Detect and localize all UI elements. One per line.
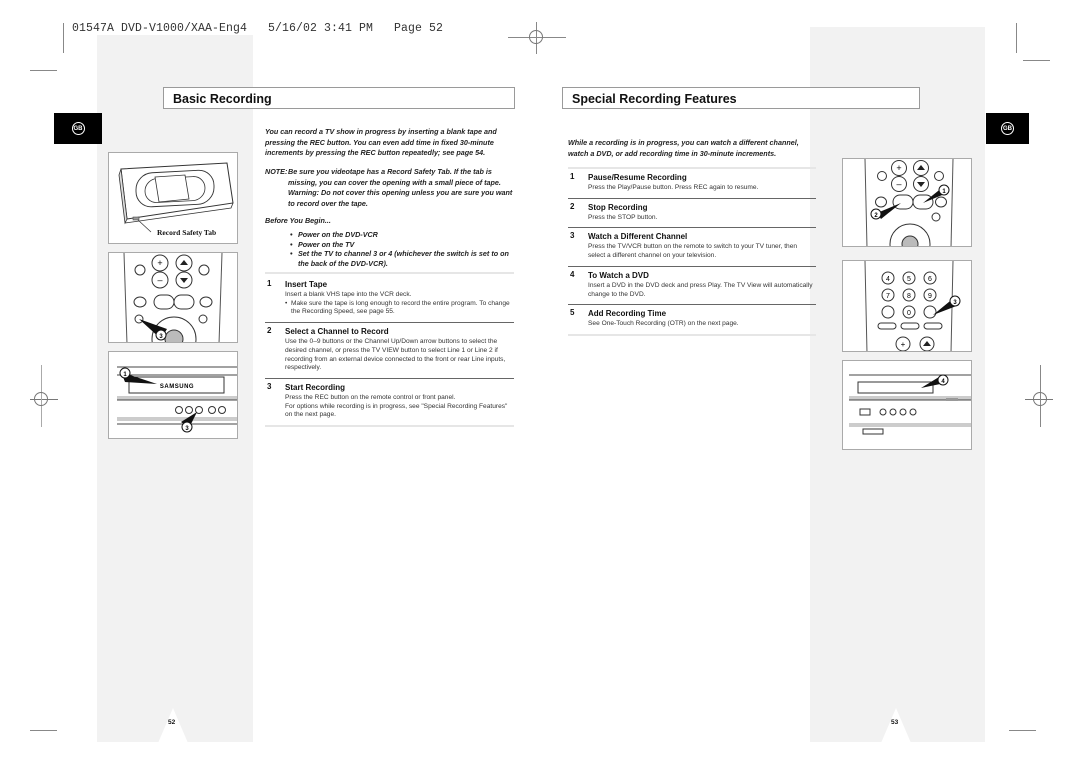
language-badge-left: GB (54, 113, 102, 144)
step-item: 1 Insert Tape Insert a blank VHS tape in… (265, 274, 514, 322)
crop-mark (30, 70, 57, 71)
step-title: Stop Recording (588, 202, 648, 212)
step-text: Insert a blank VHS tape into the VCR dec… (285, 291, 412, 298)
illustration-remote-tvvcr: 4 5 6 7 8 9 0 + 3 (842, 260, 972, 352)
note-label: NOTE: (265, 167, 288, 176)
step-number: 5 (570, 308, 575, 318)
step-item: 2 Select a Channel to Record Use the 0–9… (265, 323, 514, 378)
step-item: 3 Start Recording Press the REC button o… (265, 379, 514, 425)
divider (265, 425, 514, 428)
before-you-begin-list: Power on the DVD-VCR Power on the TV Set… (290, 230, 518, 268)
right-steps: 1 Pause/Resume Recording Press the Play/… (568, 167, 816, 336)
step-title: Pause/Resume Recording (588, 173, 687, 182)
step-title: Start Recording (285, 382, 346, 392)
svg-text:+: + (896, 163, 901, 173)
svg-text:–: – (896, 179, 901, 189)
list-item: Power on the DVD-VCR (290, 230, 518, 240)
step-bullet: Make sure the tape is long enough to rec… (285, 300, 514, 317)
note-block: NOTE: Be sure you videotape has a Record… (265, 167, 517, 209)
crop-mark (1023, 60, 1050, 61)
svg-text:4: 4 (886, 276, 890, 283)
left-steps: 1 Insert Tape Insert a blank VHS tape in… (265, 272, 514, 428)
left-intro-paragraph: You can record a TV show in progress by … (265, 127, 497, 157)
step-title: Add Recording Time (588, 309, 667, 319)
step-item: 2 Stop Recording Press the STOP button. (568, 199, 816, 228)
step-title: Insert Tape (285, 280, 328, 289)
step-text: Press the REC button on the remote contr… (285, 393, 456, 401)
step-title: To Watch a DVD (588, 270, 649, 280)
cassette-caption: Record Safety Tab (157, 228, 217, 237)
step-body: Press the STOP button. (588, 213, 658, 221)
registration-mark-right (1025, 365, 1053, 427)
svg-text:SAMSUNG: SAMSUNG (160, 384, 194, 390)
step-number: 3 (570, 231, 575, 241)
list-item: Power on the TV (290, 240, 518, 250)
svg-text:+: + (157, 258, 162, 268)
section-title-special-recording: Special Recording Features (562, 87, 920, 109)
remote-control-icon: + – 3 (123, 253, 223, 342)
page-number-left: 52 (168, 719, 176, 726)
step-body: Press the REC button on the remote contr… (285, 394, 514, 420)
step-body: Insert a DVD in the DVD deck and press P… (588, 281, 813, 298)
step-number: 2 (267, 326, 272, 336)
page-number-right: 53 (891, 719, 899, 726)
svg-text:7: 7 (886, 293, 890, 300)
right-intro-paragraph: While a recording is in progress, you ca… (568, 138, 799, 158)
svg-text:–: – (157, 275, 162, 285)
section-title-basic-recording: Basic Recording (163, 87, 515, 109)
crop-mark (30, 730, 57, 731)
step-number: 1 (570, 172, 575, 181)
step-body: Insert a blank VHS tape into the VCR dec… (285, 291, 514, 317)
dvd-vcr-deck-icon: 4 (849, 374, 971, 435)
illustration-deck-front: SAMSUNG 1 3 (108, 351, 238, 439)
crop-mark (63, 23, 64, 53)
svg-text:5: 5 (907, 276, 911, 283)
dvd-vcr-deck-icon: SAMSUNG 1 3 (117, 366, 237, 433)
svg-text:8: 8 (907, 293, 911, 300)
before-you-begin-heading: Before You Begin... (265, 216, 331, 225)
print-slug: 01547A DVD-V1000/XAA-Eng4 5/16/02 3:41 P… (72, 22, 444, 35)
registration-mark-left (30, 365, 58, 427)
illustration-remote-play-stop: + – 1 2 (842, 158, 972, 247)
svg-text:9: 9 (928, 293, 932, 300)
svg-text:6: 6 (928, 276, 932, 283)
svg-text:0: 0 (907, 310, 911, 317)
illustration-cassette: Record Safety Tab (108, 152, 238, 244)
illustration-deck-dvd: 4 (842, 360, 972, 450)
step-number: 1 (267, 279, 272, 288)
step-title: Watch a Different Channel (588, 232, 688, 242)
crop-mark (1016, 23, 1017, 53)
list-item: Set the TV to channel 3 or 4 (whichever … (290, 249, 518, 268)
step-item: 1 Pause/Resume Recording Press the Play/… (568, 169, 816, 198)
step-title: Select a Channel to Record (285, 327, 389, 337)
step-item: 5 Add Recording Time See One-Touch Recor… (568, 305, 816, 334)
gb-icon: GB (1001, 122, 1014, 135)
registration-mark-top (508, 22, 566, 54)
divider (568, 333, 816, 336)
step-number: 4 (570, 269, 575, 279)
remote-control-icon: 4 5 6 7 8 9 0 + 3 (864, 261, 961, 351)
step-body: Press the Play/Pause button. Press REC a… (588, 184, 759, 191)
illustration-remote-rec: + – 3 (108, 252, 238, 343)
step-body: See One-Touch Recording (OTR) on the nex… (588, 320, 739, 328)
step-item: 4 To Watch a DVD Insert a DVD in the DVD… (568, 267, 816, 304)
step-text: For options while recording is in progre… (285, 402, 508, 419)
step-body: Use the 0–9 buttons or the Channel Up/Do… (285, 338, 506, 372)
step-number: 2 (570, 201, 575, 211)
language-badge-right: GB (986, 113, 1029, 144)
step-item: 3 Watch a Different Channel Press the TV… (568, 228, 816, 265)
gb-icon: GB (71, 122, 85, 135)
remote-control-icon: + – 1 2 (864, 159, 954, 246)
step-body: Press the TV/VCR button on the remote to… (588, 243, 798, 260)
crop-mark (1009, 730, 1036, 731)
step-number: 3 (267, 381, 272, 391)
svg-text:+: + (901, 340, 906, 349)
note-text: Be sure you videotape has a Record Safet… (288, 167, 513, 208)
